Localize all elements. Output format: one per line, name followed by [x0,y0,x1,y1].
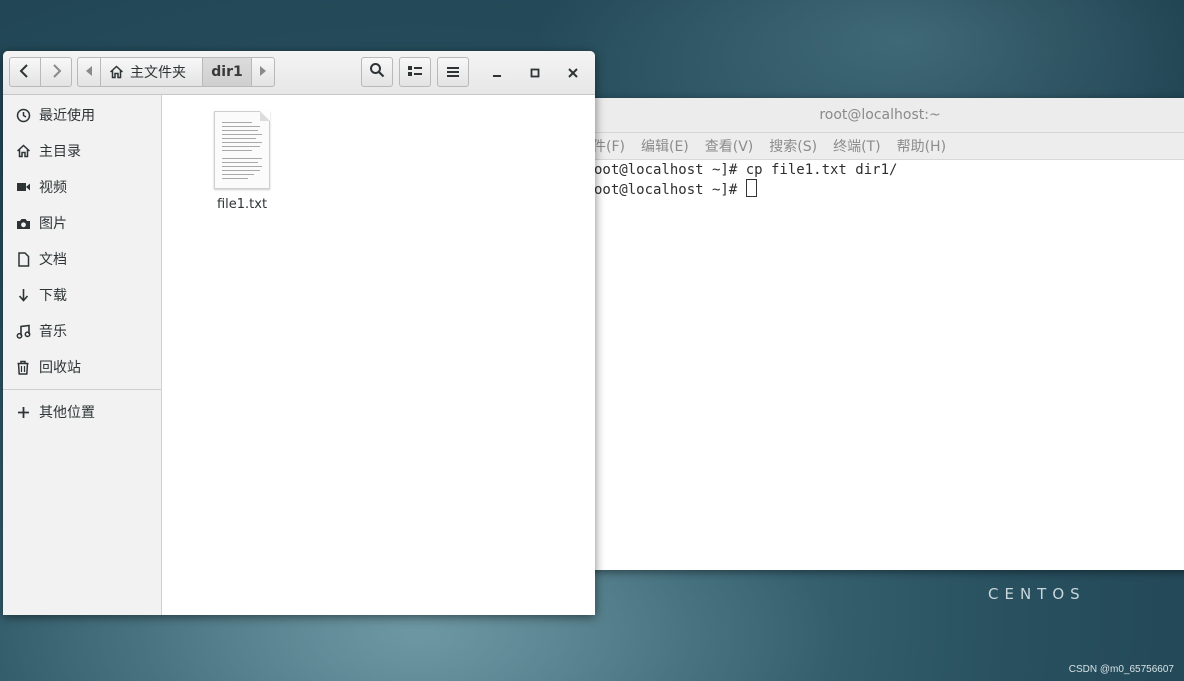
home-icon [15,143,31,159]
terminal-prompt-line: oot@localhost ~]# [594,179,1184,199]
minimize-button[interactable] [482,57,512,87]
search-icon [369,62,385,82]
sidebar-item-label: 主目录 [39,144,81,160]
chevron-right-icon [50,63,62,82]
sidebar-item-trash[interactable]: 回收站 [3,349,161,385]
sidebar-item-label: 下载 [39,288,67,304]
sidebar-item-music[interactable]: 音乐 [3,313,161,349]
plus-icon [15,404,31,420]
download-icon [15,287,31,303]
menu-help[interactable]: 帮助(H) [897,136,946,156]
trash-icon [15,359,31,375]
close-button[interactable] [558,57,588,87]
terminal-output[interactable]: oot@localhost ~]# cp file1.txt dir1/ oot… [560,160,1184,199]
menu-file[interactable]: 件(F) [592,136,625,156]
file-item[interactable]: file1.txt [202,111,282,212]
menu-search[interactable]: 搜索(S) [769,136,817,156]
close-icon [568,63,578,82]
path-home-label: 主文件夹 [130,65,186,81]
minimize-icon [492,63,502,82]
path-home[interactable]: 主文件夹 [100,57,203,87]
maximize-button[interactable] [520,57,550,87]
chevron-left-icon [19,63,31,82]
home-icon [109,65,124,79]
file-name: file1.txt [216,197,268,212]
list-view-icon [407,63,423,82]
sidebar-item-other-locations[interactable]: 其他位置 [3,394,161,430]
forward-button[interactable] [40,57,72,87]
document-icon [15,251,31,267]
sidebar-item-documents[interactable]: 文档 [3,241,161,277]
menu-button[interactable] [437,57,469,87]
sidebar-item-label: 音乐 [39,324,67,340]
file-manager-window: 主文件夹 dir1 最近使用 主目录 视频 图片 文档 下载 音乐 回收站 其他… [3,51,595,615]
sidebar-item-label: 其他位置 [39,405,95,421]
places-sidebar: 最近使用 主目录 视频 图片 文档 下载 音乐 回收站 其他位置 [3,95,162,615]
search-button[interactable] [361,57,393,87]
sidebar-divider [3,389,161,390]
music-icon [15,323,31,339]
hamburger-icon [446,63,460,82]
sidebar-item-label: 图片 [39,216,67,232]
menu-terminal[interactable]: 终端(T) [833,136,880,156]
sidebar-item-downloads[interactable]: 下载 [3,277,161,313]
terminal-line: oot@localhost ~]# cp file1.txt dir1/ [594,162,898,178]
text-file-icon [214,111,270,189]
headerbar: 主文件夹 dir1 [3,51,595,95]
camera-icon [15,215,31,231]
maximize-icon [530,63,540,82]
text-cursor [745,179,757,197]
sidebar-item-label: 回收站 [39,360,81,376]
clock-icon [15,107,31,123]
menu-view[interactable]: 查看(V) [705,136,754,156]
sidebar-item-pictures[interactable]: 图片 [3,205,161,241]
sidebar-item-label: 最近使用 [39,108,95,124]
path-scroll-right[interactable] [251,57,275,87]
sidebar-item-label: 文档 [39,252,67,268]
sidebar-item-label: 视频 [39,180,67,196]
triangle-left-icon [85,64,93,80]
path-current[interactable]: dir1 [202,57,252,87]
watermark: CSDN @m0_65756607 [1068,664,1174,675]
triangle-right-icon [259,64,267,80]
sidebar-item-recent[interactable]: 最近使用 [3,97,161,133]
sidebar-item-videos[interactable]: 视频 [3,169,161,205]
terminal-title: root@localhost:~ [560,98,1184,133]
centos-logo-text: CENTOS [988,585,1086,603]
video-icon [15,179,31,195]
back-button[interactable] [9,57,41,87]
file-view[interactable]: file1.txt [162,95,595,615]
terminal-menubar: 件(F) 编辑(E) 查看(V) 搜索(S) 终端(T) 帮助(H) [560,133,1184,160]
path-scroll-left[interactable] [77,57,101,87]
sidebar-item-home[interactable]: 主目录 [3,133,161,169]
terminal-prompt: oot@localhost ~]# [594,182,746,198]
terminal-window[interactable]: root@localhost:~ 件(F) 编辑(E) 查看(V) 搜索(S) … [560,98,1184,570]
menu-edit[interactable]: 编辑(E) [641,136,689,156]
view-toggle-button[interactable] [399,57,431,87]
